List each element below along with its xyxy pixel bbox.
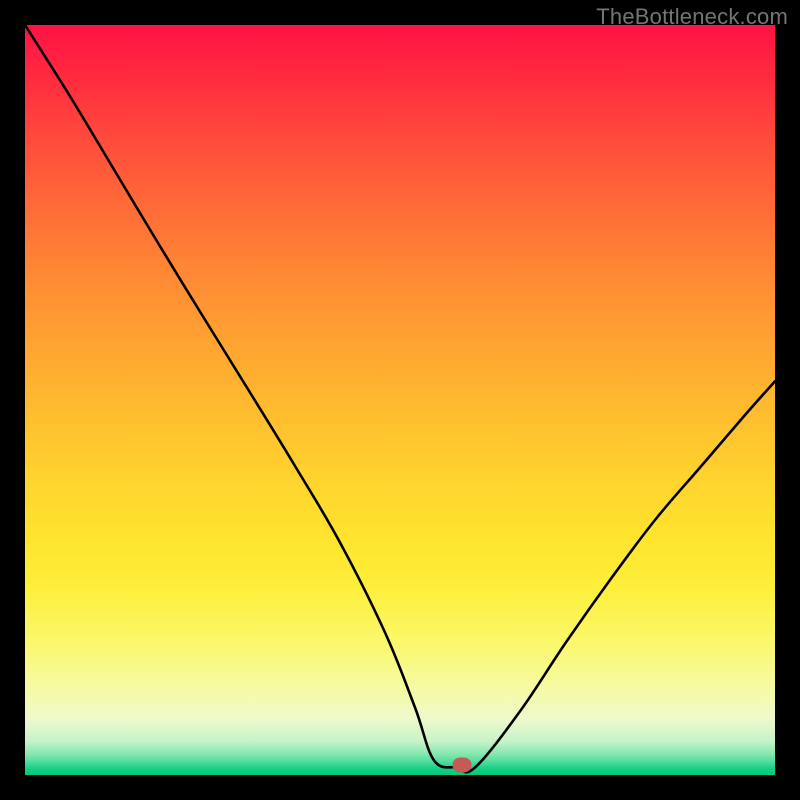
- bottleneck-curve: [25, 25, 775, 772]
- plot-area: [25, 25, 775, 775]
- curve-layer: [25, 25, 775, 775]
- chart-frame: TheBottleneck.com: [0, 0, 800, 800]
- optimum-marker: [453, 758, 472, 773]
